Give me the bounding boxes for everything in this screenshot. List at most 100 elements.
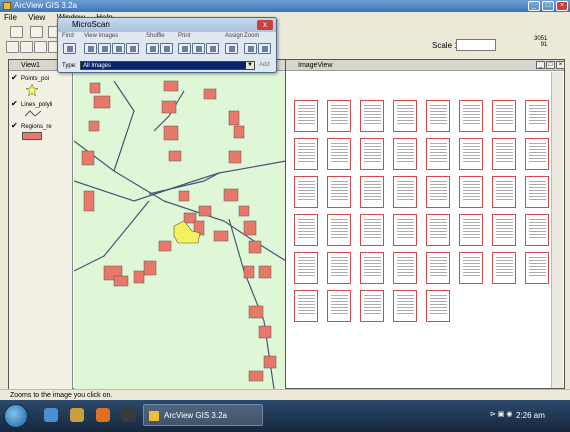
map-canvas[interactable] (74, 71, 286, 389)
save-icon[interactable] (10, 26, 23, 38)
iv-minimize-button[interactable]: _ (536, 61, 545, 69)
thumbnail[interactable] (459, 252, 483, 284)
thumbnail[interactable] (459, 100, 483, 132)
thumbnail[interactable] (492, 100, 516, 132)
thumbnail[interactable] (327, 214, 351, 246)
print-icon[interactable] (30, 26, 43, 38)
scale-input[interactable] (456, 39, 496, 51)
group-view-images: View Images (84, 33, 119, 39)
thumbnail[interactable] (525, 252, 549, 284)
view-image-4-icon[interactable] (126, 43, 139, 54)
zoom-in-icon[interactable] (6, 41, 19, 53)
thumbnail[interactable] (294, 100, 318, 132)
thumbnail[interactable] (393, 100, 417, 132)
folder-icon[interactable] (70, 408, 84, 422)
microscan-close-button[interactable]: x (257, 20, 273, 30)
thumbnail[interactable] (393, 176, 417, 208)
thumbnail[interactable] (426, 290, 450, 322)
zoom-2-icon[interactable] (258, 43, 271, 54)
thumbnail[interactable] (492, 252, 516, 284)
assign-icon[interactable] (225, 43, 238, 54)
thumbnail[interactable] (459, 176, 483, 208)
start-button[interactable] (4, 404, 28, 428)
menu-view[interactable]: View (28, 13, 45, 22)
thumbnail[interactable] (327, 176, 351, 208)
thumbnail[interactable] (393, 290, 417, 322)
thumbnail[interactable] (525, 214, 549, 246)
thumbnail[interactable] (360, 100, 384, 132)
tray-icons[interactable]: ⊳ ▣ ◉ (490, 410, 512, 418)
vertical-scrollbar[interactable] (551, 72, 563, 388)
thumbnail[interactable] (360, 138, 384, 170)
thumbnail[interactable] (393, 138, 417, 170)
thumbnail[interactable] (360, 214, 384, 246)
maximize-button[interactable]: □ (542, 1, 554, 11)
pan-icon[interactable] (34, 41, 47, 53)
thumbnail[interactable] (525, 100, 549, 132)
view-image-2-icon[interactable] (98, 43, 111, 54)
shuffle-2-icon[interactable] (160, 43, 173, 54)
thumbnail[interactable] (525, 138, 549, 170)
taskbar-arcview-button[interactable]: ArcView GIS 3.2a (143, 404, 263, 426)
thumbnail[interactable] (327, 252, 351, 284)
arcview-window: ArcView GIS 3.2a _ □ × File View Window … (0, 0, 570, 400)
thumbnail[interactable] (492, 176, 516, 208)
close-button[interactable]: × (556, 1, 568, 11)
thumbnail[interactable] (294, 176, 318, 208)
view-image-1-icon[interactable] (84, 43, 97, 54)
thumbnail[interactable] (327, 138, 351, 170)
table-of-contents: ✔ Points_poi ✔ Lines_polyli ✔ Regions_re (9, 71, 73, 389)
print-3-icon[interactable] (206, 43, 219, 54)
thumbnail[interactable] (360, 290, 384, 322)
thumbnail[interactable] (393, 252, 417, 284)
thumbnail[interactable] (327, 290, 351, 322)
view-image-3-icon[interactable] (112, 43, 125, 54)
status-bar: Zooms to the image you click on. (0, 389, 570, 400)
thumbnail[interactable] (492, 214, 516, 246)
find-icon[interactable] (63, 43, 76, 54)
thumbnail[interactable] (426, 100, 450, 132)
thumbnail[interactable] (360, 176, 384, 208)
windows-icon[interactable] (122, 408, 136, 422)
layer-points[interactable]: ✔ Points_poi (11, 74, 49, 83)
thumbnail[interactable] (459, 214, 483, 246)
print-1-icon[interactable] (178, 43, 191, 54)
line-symbol-icon (25, 110, 41, 117)
iv-close-button[interactable]: × (556, 61, 565, 69)
media-player-icon[interactable] (96, 408, 110, 422)
thumbnail[interactable] (426, 214, 450, 246)
thumbnail[interactable] (459, 138, 483, 170)
clock[interactable]: 2:26 am (516, 411, 545, 420)
type-label: Type: (62, 63, 77, 69)
group-print: Print (178, 33, 191, 39)
menu-file[interactable]: File (4, 13, 17, 22)
thumbnail[interactable] (525, 176, 549, 208)
thumbnail[interactable] (294, 290, 318, 322)
print-2-icon[interactable] (192, 43, 205, 54)
zoom-out-icon[interactable] (20, 41, 33, 53)
type-select[interactable]: All Images ▼ (80, 61, 255, 70)
thumbnail[interactable] (327, 100, 351, 132)
app-icon (3, 2, 11, 10)
thumbnail[interactable] (294, 252, 318, 284)
thumbnail[interactable] (426, 138, 450, 170)
thumbnail[interactable] (393, 214, 417, 246)
thumbnail[interactable] (360, 252, 384, 284)
thumbnail[interactable] (426, 176, 450, 208)
taskbar: ArcView GIS 3.2a ⊳ ▣ ◉ 2:26 am (0, 400, 570, 432)
zoom-1-icon[interactable] (244, 43, 257, 54)
iv-maximize-button[interactable]: □ (546, 61, 555, 69)
layer-regions[interactable]: ✔ Regions_re (11, 122, 52, 131)
chevron-down-icon[interactable]: ▼ (246, 62, 254, 69)
thumbnail[interactable] (294, 138, 318, 170)
map-svg (74, 80, 286, 389)
ie-icon[interactable] (44, 408, 58, 422)
thumbnail[interactable] (426, 252, 450, 284)
add-button[interactable]: Add (259, 62, 270, 68)
thumbnail[interactable] (492, 138, 516, 170)
minimize-button[interactable]: _ (528, 1, 540, 11)
layer-lines[interactable]: ✔ Lines_polyli (11, 100, 52, 109)
shuffle-1-icon[interactable] (146, 43, 159, 54)
group-assign: Assign (225, 33, 244, 39)
thumbnail[interactable] (294, 214, 318, 246)
